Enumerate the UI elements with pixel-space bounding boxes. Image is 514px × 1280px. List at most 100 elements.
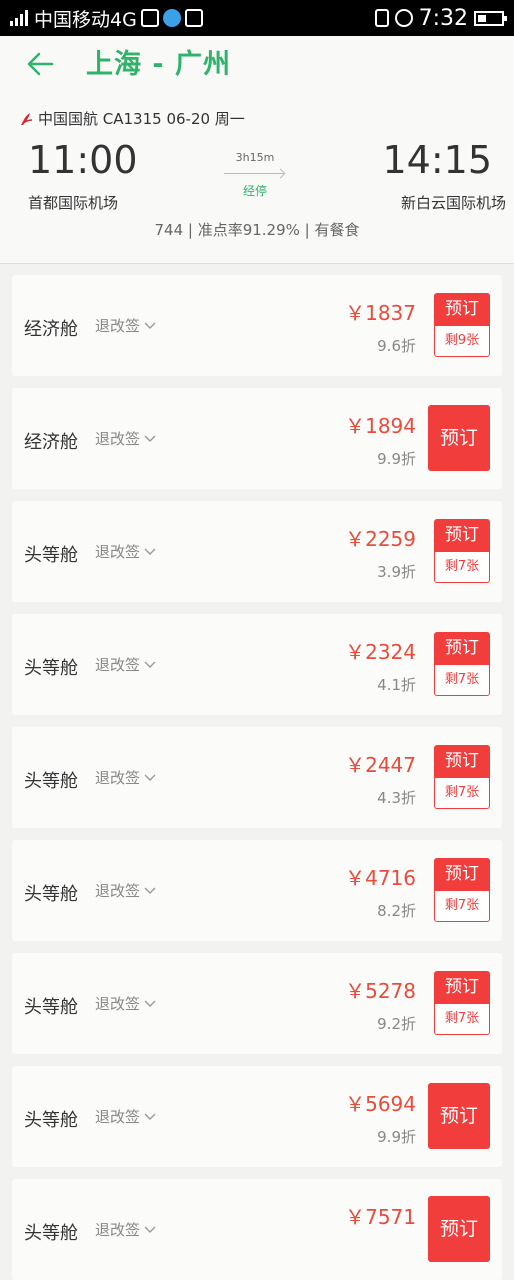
refund-policy-toggle[interactable]: 退改签 [95, 1106, 156, 1127]
refund-policy-toggle[interactable]: 退改签 [95, 1219, 156, 1240]
arrival-airport: 新白云国际机场 [400, 194, 506, 212]
fare-price: ￥7571 [345, 1205, 416, 1229]
seats-remaining: 剩9张 [434, 325, 490, 357]
fare-card: 经济舱 退改签 ￥1894 9.9折 预订 [12, 388, 502, 489]
fare-discount: 9.6折 [377, 337, 416, 355]
fare-card: 头等舱 退改签 ￥2447 4.3折 预订 剩7张 [12, 727, 502, 828]
cabin-class: 头等舱 [24, 884, 78, 905]
fare-card: 头等舱 退改签 ￥5694 9.9折 预订 [12, 1066, 502, 1167]
book-button[interactable]: 预订 [434, 519, 490, 551]
image-icon [184, 9, 203, 27]
book-button[interactable]: 预订 [434, 971, 490, 1003]
refund-label: 退改签 [95, 543, 141, 561]
chevron-down-icon [144, 435, 156, 442]
chevron-down-icon [144, 887, 156, 894]
fare-card: 头等舱 退改签 ￥2324 4.1折 预订 剩7张 [12, 614, 502, 715]
seats-remaining: 剩7张 [434, 777, 490, 809]
refund-policy-toggle[interactable]: 退改签 [95, 880, 156, 901]
book-button[interactable]: 预订 [434, 293, 490, 325]
refund-label: 退改签 [95, 769, 141, 787]
fare-price: ￥2447 [345, 753, 416, 777]
fare-price: ￥1894 [345, 414, 416, 438]
fare-discount: 9.9折 [377, 450, 416, 468]
seats-remaining: 剩7张 [434, 890, 490, 922]
fare-price: ￥2324 [345, 640, 416, 664]
air-china-logo-icon [21, 112, 33, 125]
refund-policy-toggle[interactable]: 退改签 [95, 428, 156, 449]
seats-remaining: 剩7张 [434, 1003, 490, 1035]
shield-icon [140, 9, 159, 27]
chevron-down-icon [144, 1113, 156, 1120]
signal-icon [10, 10, 28, 26]
cabin-class: 头等舱 [24, 771, 78, 792]
fare-discount: 3.9折 [377, 563, 416, 581]
refund-label: 退改签 [95, 430, 141, 448]
book-button[interactable]: 预订 [434, 858, 490, 890]
chevron-down-icon [144, 1000, 156, 1007]
browser-icon [162, 9, 181, 27]
refund-label: 退改签 [95, 1221, 141, 1239]
refund-policy-toggle[interactable]: 退改签 [95, 993, 156, 1014]
cabin-class: 头等舱 [24, 545, 78, 566]
departure-time: 11:00 [28, 138, 138, 182]
seats-remaining: 剩7张 [434, 664, 490, 696]
fare-card: 头等舱 退改签 ￥4716 8.2折 预订 剩7张 [12, 840, 502, 941]
fare-discount: 9.2折 [377, 1015, 416, 1033]
fare-price: ￥1837 [345, 301, 416, 325]
alarm-icon [394, 9, 413, 27]
clock: 7:32 [418, 5, 468, 31]
book-button[interactable]: 预订 [428, 1196, 490, 1262]
book-button[interactable]: 预订 [428, 1083, 490, 1149]
fare-card: 经济舱 退改签 ￥1837 9.6折 预订 剩9张 [12, 275, 502, 376]
status-right: 7:32 [374, 5, 514, 31]
airline-text: 中国国航 CA1315 06-20 周一 [38, 110, 245, 128]
fare-card: 头等舱 退改签 ￥7571 预订 [12, 1179, 502, 1280]
book-button[interactable]: 预订 [428, 405, 490, 471]
refund-label: 退改签 [95, 317, 141, 335]
arrival-time: 14:15 [382, 138, 492, 182]
fare-discount: 4.1折 [377, 676, 416, 694]
route-title: 上海 - 广州 [86, 49, 232, 80]
cabin-class: 头等舱 [24, 1223, 78, 1244]
seats-remaining: 剩7张 [434, 551, 490, 583]
fare-price: ￥2259 [345, 527, 416, 551]
refund-policy-toggle[interactable]: 退改签 [95, 654, 156, 675]
fare-price: ￥4716 [345, 866, 416, 890]
refund-policy-toggle[interactable]: 退改签 [95, 315, 156, 336]
fare-card: 头等舱 退改签 ￥5278 9.2折 预订 剩7张 [12, 953, 502, 1054]
duration-arrow [224, 173, 284, 174]
chevron-down-icon [144, 322, 156, 329]
fare-price: ￥5278 [345, 979, 416, 1003]
back-arrow-icon[interactable] [22, 46, 58, 82]
battery-icon [474, 10, 507, 26]
cabin-class: 头等舱 [24, 1110, 78, 1131]
status-bar: 中国移动4G 7:32 [0, 0, 514, 36]
flight-header: 上海 - 广州 中国国航 CA1315 06-20 周一 11:00 3h15m… [0, 36, 514, 264]
cabin-class: 头等舱 [24, 658, 78, 679]
status-left: 中国移动4G [0, 5, 203, 32]
airline-info: 中国国航 CA1315 06-20 周一 [18, 108, 245, 129]
fare-card: 头等舱 退改签 ￥2259 3.9折 预订 剩7张 [12, 501, 502, 602]
refund-label: 退改签 [95, 656, 141, 674]
fare-discount: 4.3折 [377, 789, 416, 807]
flight-info-line: 744 | 准点率91.29% | 有餐食 [154, 221, 360, 239]
cabin-class: 头等舱 [24, 997, 78, 1018]
refund-label: 退改签 [95, 1108, 141, 1126]
cabin-class: 经济舱 [24, 319, 78, 340]
chevron-down-icon [144, 548, 156, 555]
cabin-class: 经济舱 [24, 432, 78, 453]
book-button[interactable]: 预订 [434, 632, 490, 664]
departure-airport: 首都国际机场 [28, 194, 119, 212]
chevron-down-icon [144, 774, 156, 781]
book-button[interactable]: 预订 [434, 745, 490, 777]
fare-discount: 8.2折 [377, 902, 416, 920]
refund-policy-toggle[interactable]: 退改签 [95, 767, 156, 788]
refund-label: 退改签 [95, 882, 141, 900]
stop-label: 经停 [242, 184, 267, 198]
duration: 3h15m [235, 151, 275, 164]
chevron-down-icon [144, 661, 156, 668]
refund-policy-toggle[interactable]: 退改签 [95, 541, 156, 562]
vibrate-icon [374, 9, 389, 27]
refund-label: 退改签 [95, 995, 141, 1013]
fare-price: ￥5694 [345, 1092, 416, 1116]
